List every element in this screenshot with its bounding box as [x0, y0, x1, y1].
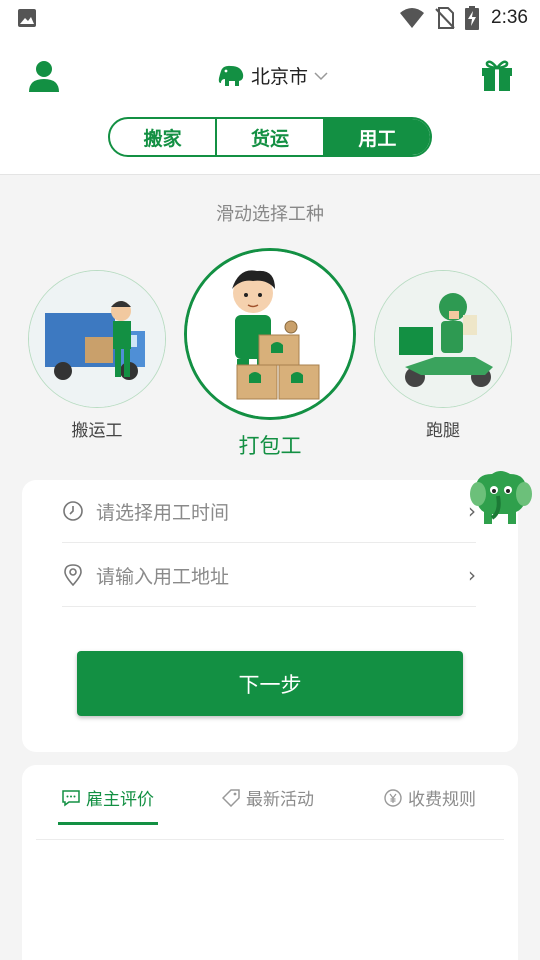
tab-label: 最新活动: [246, 790, 314, 810]
worker-label-mover: 搬运工: [71, 421, 123, 441]
selector-hint: 滑动选择工种: [216, 204, 324, 225]
comment-icon: [62, 789, 80, 806]
clock-icon: [63, 501, 83, 521]
status-bar: 2:36: [0, 0, 540, 36]
active-tab-indicator: [58, 822, 158, 825]
battery-charging-icon: [465, 6, 480, 30]
tab-latest-activities[interactable]: 最新活动: [222, 785, 314, 810]
work-time-field[interactable]: 请选择用工时间 ›: [62, 480, 476, 543]
tab-employer-reviews[interactable]: 雇主评价: [62, 785, 154, 810]
city-name: 北京市: [251, 66, 309, 88]
worker-option-packer[interactable]: 打包工: [184, 248, 356, 460]
segment-moving[interactable]: 搬家: [110, 119, 215, 155]
order-form-card: 请选择用工时间 › 请输入用工地址 › 下一步: [22, 480, 518, 752]
info-tab-bar: 雇主评价 最新活动 收费规则: [36, 765, 504, 840]
work-time-placeholder: 请选择用工时间: [96, 501, 230, 524]
no-sim-icon: [435, 7, 455, 29]
chevron-down-icon: [314, 71, 328, 80]
chevron-right-icon: ›: [468, 563, 476, 587]
user-icon[interactable]: [26, 58, 62, 94]
service-type-switch: 搬家 货运 用工: [108, 117, 432, 157]
worker-option-errand[interactable]: 跑腿: [374, 270, 512, 441]
packer-illustration: [184, 248, 356, 420]
status-icons: 2:36: [399, 6, 528, 30]
next-step-button[interactable]: 下一步: [77, 651, 463, 716]
image-icon: [18, 9, 36, 27]
segment-freight[interactable]: 货运: [215, 119, 322, 155]
tab-label: 雇主评价: [86, 790, 154, 810]
wifi-icon: [400, 8, 425, 28]
yuan-icon: [384, 788, 402, 807]
worker-option-mover[interactable]: 搬运工: [28, 270, 166, 441]
location-pin-icon: [64, 564, 82, 586]
errand-illustration: [374, 270, 512, 408]
work-address-field[interactable]: 请输入用工地址 ›: [62, 544, 476, 607]
tag-icon: [222, 788, 240, 807]
info-tabs-card: 雇主评价 最新活动 收费规则: [22, 765, 518, 960]
work-address-placeholder: 请输入用工地址: [96, 565, 230, 588]
top-bar: 北京市 搬家 货运 用工: [0, 36, 540, 175]
worker-label-errand: 跑腿: [426, 421, 460, 441]
segment-labor[interactable]: 用工: [322, 119, 430, 155]
gift-icon[interactable]: [480, 58, 514, 92]
elephant-logo-icon: [218, 65, 244, 86]
status-time: 2:36: [491, 7, 528, 28]
city-selector[interactable]: 北京市: [217, 62, 328, 89]
worker-label-packer: 打包工: [238, 434, 302, 458]
tab-pricing-rules[interactable]: 收费规则: [384, 785, 476, 810]
customer-service-mascot-icon[interactable]: [468, 468, 532, 526]
mover-illustration: [28, 270, 166, 408]
tab-label: 收费规则: [408, 790, 476, 810]
